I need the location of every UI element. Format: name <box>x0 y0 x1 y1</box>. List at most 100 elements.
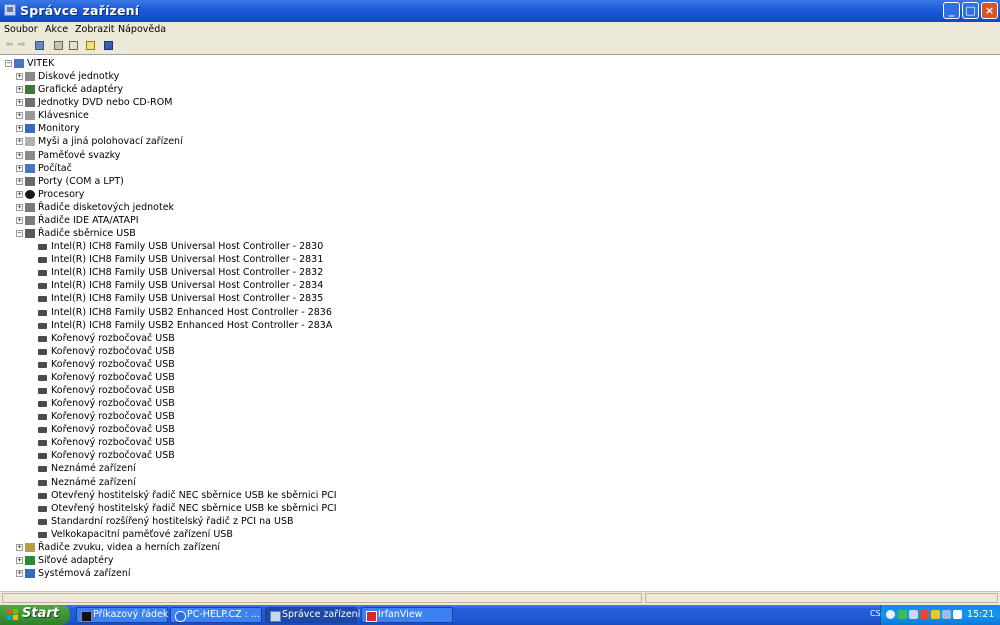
expand-icon[interactable]: + <box>16 99 23 107</box>
expand-icon[interactable]: + <box>16 177 23 185</box>
safely-remove-tray-icon[interactable] <box>909 610 918 619</box>
network-tray-icon[interactable] <box>886 610 895 619</box>
expand-icon[interactable]: + <box>16 557 23 565</box>
tree-category[interactable]: + Řadiče IDE ATA/ATAPI <box>0 214 1000 227</box>
tree-category[interactable]: + Porty (COM a LPT) <box>0 175 1000 188</box>
language-indicator[interactable]: CS <box>870 609 881 618</box>
close-button[interactable]: × <box>981 2 998 19</box>
task-label: Správce zařízení <box>282 609 361 620</box>
expand-icon[interactable]: + <box>16 125 23 133</box>
computer-icon <box>25 163 35 173</box>
print-icon[interactable] <box>69 41 78 50</box>
tree-device-item[interactable]: Otevřený hostitelský řadič NEC sběrnice … <box>0 502 1000 515</box>
menu-view[interactable]: Zobrazit <box>75 24 114 35</box>
usb-device-icon <box>38 440 47 447</box>
properties-icon[interactable] <box>54 41 63 50</box>
task-device-manager[interactable]: Správce zařízení <box>265 607 361 623</box>
expand-icon[interactable]: + <box>16 216 23 224</box>
tree-device-item[interactable]: Kořenový rozbočovač USB <box>0 345 1000 358</box>
tree-category[interactable]: + Řadiče disketových jednotek <box>0 201 1000 214</box>
expand-icon[interactable]: + <box>16 73 23 81</box>
tree-device-item[interactable]: Intel(R) ICH8 Family USB Universal Host … <box>0 240 1000 253</box>
storage-volume-icon <box>25 150 35 160</box>
menu-file[interactable]: Soubor <box>4 24 38 35</box>
status-cell <box>645 593 998 603</box>
tree-item-label: Porty (COM a LPT) <box>38 175 124 187</box>
tree-category[interactable]: + Jednotky DVD nebo CD-ROM <box>0 96 1000 109</box>
tree-category[interactable]: + Paměťové svazky <box>0 149 1000 162</box>
volume-tray-icon[interactable] <box>953 610 962 619</box>
maximize-button[interactable]: □ <box>962 2 979 19</box>
expand-icon[interactable]: + <box>16 112 23 120</box>
tree-category[interactable]: + Myši a jiná polohovací zařízení <box>0 135 1000 148</box>
tree-device-item[interactable]: Intel(R) ICH8 Family USB Universal Host … <box>0 253 1000 266</box>
tree-device-item[interactable]: Neznámé zařízení <box>0 476 1000 489</box>
expand-icon[interactable]: + <box>16 543 23 551</box>
display-tray-icon[interactable] <box>942 610 951 619</box>
tree-device-item[interactable]: Intel(R) ICH8 Family USB Universal Host … <box>0 279 1000 292</box>
tree-category[interactable]: + Klávesnice <box>0 109 1000 122</box>
security-tray-icon[interactable] <box>898 610 907 619</box>
minimize-button[interactable]: _ <box>943 2 960 19</box>
tree-category[interactable]: + Síťové adaptéry <box>0 554 1000 567</box>
tree-device-item[interactable]: Intel(R) ICH8 Family USB2 Enhanced Host … <box>0 319 1000 332</box>
tree-category[interactable]: − Řadiče sběrnice USB <box>0 227 1000 240</box>
expand-icon[interactable]: + <box>16 138 23 146</box>
expand-icon[interactable]: + <box>16 190 23 198</box>
collapse-icon[interactable]: − <box>16 230 23 238</box>
usb-device-icon <box>38 283 47 290</box>
usb-device-icon <box>38 296 47 303</box>
tree-device-item[interactable]: Velkokapacitní paměťové zařízení USB <box>0 528 1000 541</box>
drive-icon <box>25 72 35 82</box>
console-tree-icon[interactable] <box>35 41 44 50</box>
tree-device-item[interactable]: Kořenový rozbočovač USB <box>0 384 1000 397</box>
tree-device-item[interactable]: Kořenový rozbočovač USB <box>0 332 1000 345</box>
tree-device-item[interactable]: Kořenový rozbočovač USB <box>0 449 1000 462</box>
tree-device-item[interactable]: Kořenový rozbočovač USB <box>0 410 1000 423</box>
task-label: IrfanView <box>378 609 423 620</box>
tree-root-computer[interactable]: − VITEK <box>0 57 1000 70</box>
tree-device-item[interactable]: Standardní rozšířený hostitelský řadič z… <box>0 515 1000 528</box>
tree-device-item[interactable]: Kořenový rozbočovač USB <box>0 436 1000 449</box>
usb-device-icon <box>38 348 47 355</box>
expand-icon[interactable]: + <box>16 570 23 578</box>
tree-item-label: Jednotky DVD nebo CD-ROM <box>38 97 173 109</box>
tree-device-item[interactable]: Intel(R) ICH8 Family USB Universal Host … <box>0 266 1000 279</box>
start-button[interactable]: Start <box>0 605 70 625</box>
scan-hardware-icon[interactable] <box>104 41 113 50</box>
expand-icon[interactable]: + <box>16 164 23 172</box>
usb-device-icon <box>38 492 47 499</box>
tree-device-item[interactable]: Kořenový rozbočovač USB <box>0 397 1000 410</box>
tree-category[interactable]: + Systémová zařízení <box>0 567 1000 580</box>
task-command-prompt[interactable]: Příkazový řádek <box>76 607 168 623</box>
tree-device-item[interactable]: Intel(R) ICH8 Family USB2 Enhanced Host … <box>0 306 1000 319</box>
tree-category[interactable]: + Grafické adaptéry <box>0 83 1000 96</box>
task-browser[interactable]: PC-HELP.CZ : ... <box>170 607 262 623</box>
forward-icon[interactable]: ⇨ <box>16 40 27 51</box>
tree-device-item[interactable]: Kořenový rozbočovač USB <box>0 371 1000 384</box>
collapse-icon[interactable]: − <box>5 60 12 67</box>
help-icon[interactable] <box>86 41 95 50</box>
computer-icon <box>14 59 24 68</box>
device-manager-icon <box>270 611 281 622</box>
task-irfanview[interactable]: IrfanView <box>361 607 453 623</box>
tree-device-item[interactable]: Intel(R) ICH8 Family USB Universal Host … <box>0 292 1000 305</box>
tree-category[interactable]: + Diskové jednotky <box>0 70 1000 83</box>
tree-device-item[interactable]: Neznámé zařízení <box>0 462 1000 475</box>
tree-device-item[interactable]: Otevřený hostitelský řadič NEC sběrnice … <box>0 489 1000 502</box>
tree-category[interactable]: + Řadiče zvuku, videa a herních zařízení <box>0 541 1000 554</box>
back-icon[interactable]: ⇦ <box>4 40 15 51</box>
antivirus-tray-icon[interactable] <box>920 610 929 619</box>
tree-device-item[interactable]: Kořenový rozbočovač USB <box>0 423 1000 436</box>
menu-help[interactable]: Nápověda <box>118 24 166 35</box>
expand-icon[interactable]: + <box>16 151 23 159</box>
tree-category[interactable]: + Monitory <box>0 122 1000 135</box>
update-tray-icon[interactable] <box>931 610 940 619</box>
expand-icon[interactable]: + <box>16 203 23 211</box>
tree-category[interactable]: + Počítač <box>0 162 1000 175</box>
tree-category[interactable]: + Procesory <box>0 188 1000 201</box>
usb-device-icon <box>38 414 47 421</box>
menu-action[interactable]: Akce <box>45 24 68 35</box>
expand-icon[interactable]: + <box>16 86 23 94</box>
tree-device-item[interactable]: Kořenový rozbočovač USB <box>0 358 1000 371</box>
